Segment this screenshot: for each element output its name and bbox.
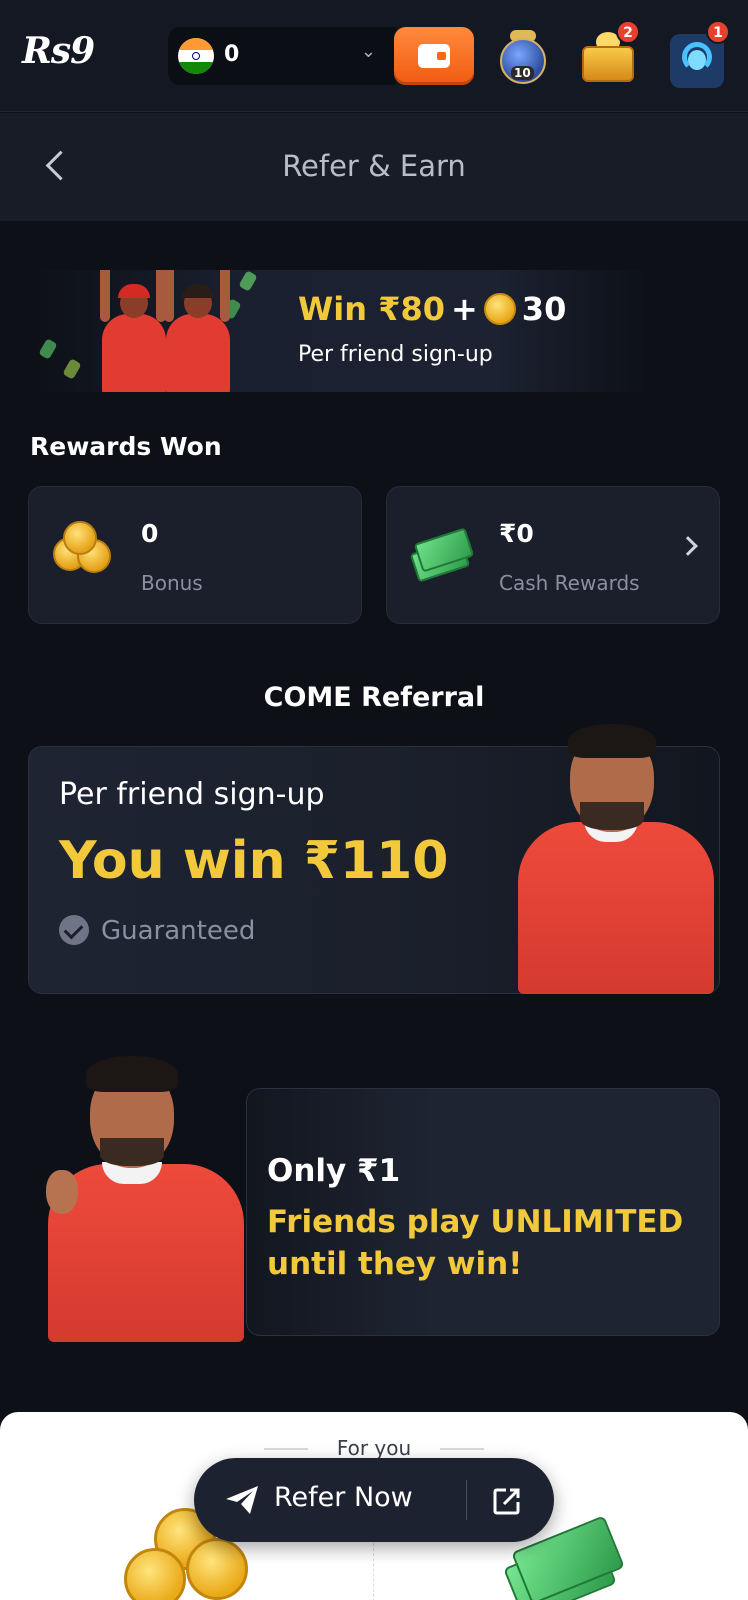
top-bar: Rs9 0 ⌄ 10 2 1 (0, 0, 748, 112)
confetti (62, 358, 82, 380)
app-logo[interactable]: Rs9 (22, 30, 95, 72)
separator (466, 1480, 467, 1520)
banner-subtitle: Per friend sign-up (298, 342, 493, 367)
page-title: Refer & Earn (282, 149, 466, 183)
bonus-value: 0 (141, 519, 159, 548)
rewards-heading: Rewards Won (30, 432, 222, 461)
treasure-chest-icon (582, 46, 634, 82)
signup-subtitle: Per friend sign-up (59, 777, 325, 812)
promo-banner[interactable]: Win ₹80 +30 Per friend sign-up (30, 270, 650, 392)
balance-amount: 0 (224, 42, 240, 67)
cash-rewards-card[interactable]: ₹0 Cash Rewards (386, 486, 720, 624)
divider (440, 1448, 484, 1450)
unlimited-description: Friends play UNLIMITED until they win! (267, 1204, 684, 1282)
jar-count: 10 (511, 66, 534, 80)
refer-now-bar[interactable]: Refer Now (194, 1458, 554, 1542)
cash-rewards-value: ₹0 (499, 519, 534, 548)
support-notification-badge: 1 (706, 20, 730, 44)
verified-check-icon (59, 915, 89, 945)
wallet-icon (418, 44, 450, 68)
jackpot-jar-button[interactable]: 10 (494, 26, 552, 88)
page-header: Refer & Earn (0, 113, 748, 221)
banner-plus: + (450, 290, 478, 328)
india-flag-icon (178, 38, 214, 74)
unlimited-play-card: Only ₹1 Friends play UNLIMITED until the… (246, 1088, 720, 1336)
cash-stack-icon (409, 527, 475, 583)
fan-figure (164, 270, 230, 392)
customer-support-button[interactable]: 1 (668, 20, 730, 88)
balance-selector[interactable]: 0 ⌄ (168, 27, 396, 85)
banner-offer: Win ₹80 +30 (298, 290, 566, 328)
wallet-button[interactable] (394, 27, 474, 85)
headset-icon (682, 42, 712, 72)
treasure-chest-button[interactable]: 2 (578, 20, 640, 88)
confetti (38, 338, 58, 360)
guaranteed-label: Guaranteed (59, 915, 255, 946)
signup-headline: You win ₹110 (59, 831, 449, 891)
chest-notification-badge: 2 (616, 20, 640, 44)
referral-heading: COME Referral (263, 682, 485, 713)
cash-rewards-label: Cash Rewards (499, 571, 640, 595)
confetti (238, 270, 258, 292)
bonus-label: Bonus (141, 571, 203, 595)
coin-icon (483, 293, 516, 325)
fan-figure (100, 270, 166, 392)
gold-coins-icon (53, 521, 113, 587)
chevron-down-icon: ⌄ (360, 41, 376, 62)
guaranteed-text: Guaranteed (101, 916, 256, 946)
player-image-pointing (500, 712, 720, 994)
banner-coins: 30 (521, 290, 567, 328)
send-plane-icon (226, 1486, 258, 1514)
banner-amount: Win ₹80 (298, 290, 445, 328)
unlimited-price: Only ₹1 (267, 1153, 401, 1189)
player-image-thumbs-up (28, 1052, 258, 1342)
share-icon[interactable] (492, 1486, 522, 1516)
refer-now-button[interactable]: Refer Now (274, 1482, 413, 1513)
for-you-heading: For you (336, 1436, 412, 1460)
bonus-card: 0 Bonus (28, 486, 362, 624)
chevron-right-icon (678, 536, 698, 556)
